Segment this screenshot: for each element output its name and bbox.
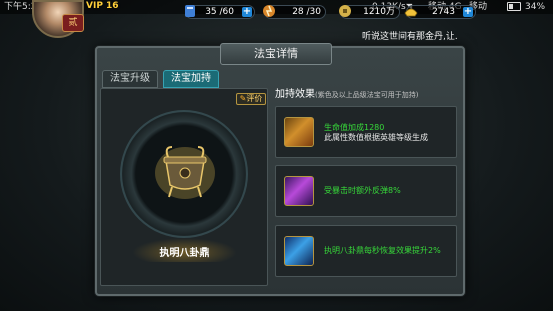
effect-row-2: 受暴击时额外反弹8%: [275, 165, 457, 217]
effect-2-text: 受暴击时额外反弹8%: [324, 186, 401, 195]
tab-treasure-upgrade[interactable]: 法宝升级: [102, 70, 158, 88]
gold-ingot-bar: 2743 +: [404, 5, 476, 19]
gold-ingot-value: 2743: [432, 7, 455, 17]
energy-icon: [263, 5, 275, 17]
coin-bar: 1210万: [339, 5, 400, 19]
effect-1-text: 生命值加成1280: [324, 123, 385, 132]
stamina-icon: [185, 5, 195, 17]
effect-row-3: 执明八卦鼎每秒恢复效果提升2%: [275, 225, 457, 277]
add-gold-button[interactable]: +: [463, 7, 473, 17]
battery-percent: 34%: [525, 2, 546, 12]
effect-1-note: 此属性数值根据英雄等级生成: [324, 133, 428, 142]
boost-effects-header: 加持效果(紫色及以上品级法宝可用于加持): [275, 88, 457, 102]
purple-sword-icon[interactable]: [284, 176, 314, 206]
energy-value: 28 /30: [292, 7, 321, 17]
add-stamina-button[interactable]: +: [242, 7, 252, 17]
dialog-title: 法宝详情: [220, 43, 332, 65]
energy-bar: 28 /30: [263, 5, 326, 19]
battery-icon: [507, 2, 521, 11]
vip-level[interactable]: VIP 16: [86, 1, 119, 11]
blue-serpent-icon[interactable]: [284, 236, 314, 266]
stamina-value: 35 /60: [205, 7, 234, 17]
golden-weapon-icon[interactable]: [284, 117, 314, 147]
cauldron-icon[interactable]: [150, 135, 220, 205]
effect-3-text: 执明八卦鼎每秒恢复效果提升2%: [324, 246, 441, 255]
coin-icon: [339, 5, 351, 17]
stamina-bar: 35 /60 +: [185, 5, 255, 19]
scrolling-notice: 听说这世间有那金丹,让.: [362, 32, 458, 42]
effect-row-1: 生命值加成1280 此属性数值根据英雄等级生成: [275, 106, 457, 158]
rate-button-label: 评价: [246, 94, 263, 103]
boost-effects-note: (紫色及以上品级法宝可用于加持): [315, 91, 419, 99]
coin-value: 1210万: [363, 7, 395, 17]
treasure-name: 执明八卦鼎: [159, 248, 210, 259]
boost-effects-title: 加持效果: [275, 89, 315, 100]
gold-ingot-icon: [404, 8, 418, 17]
avatar-rank-badge: 贰: [62, 14, 84, 32]
rate-button[interactable]: ✎评价: [236, 93, 266, 105]
tab-treasure-boost[interactable]: 法宝加持: [163, 70, 219, 88]
